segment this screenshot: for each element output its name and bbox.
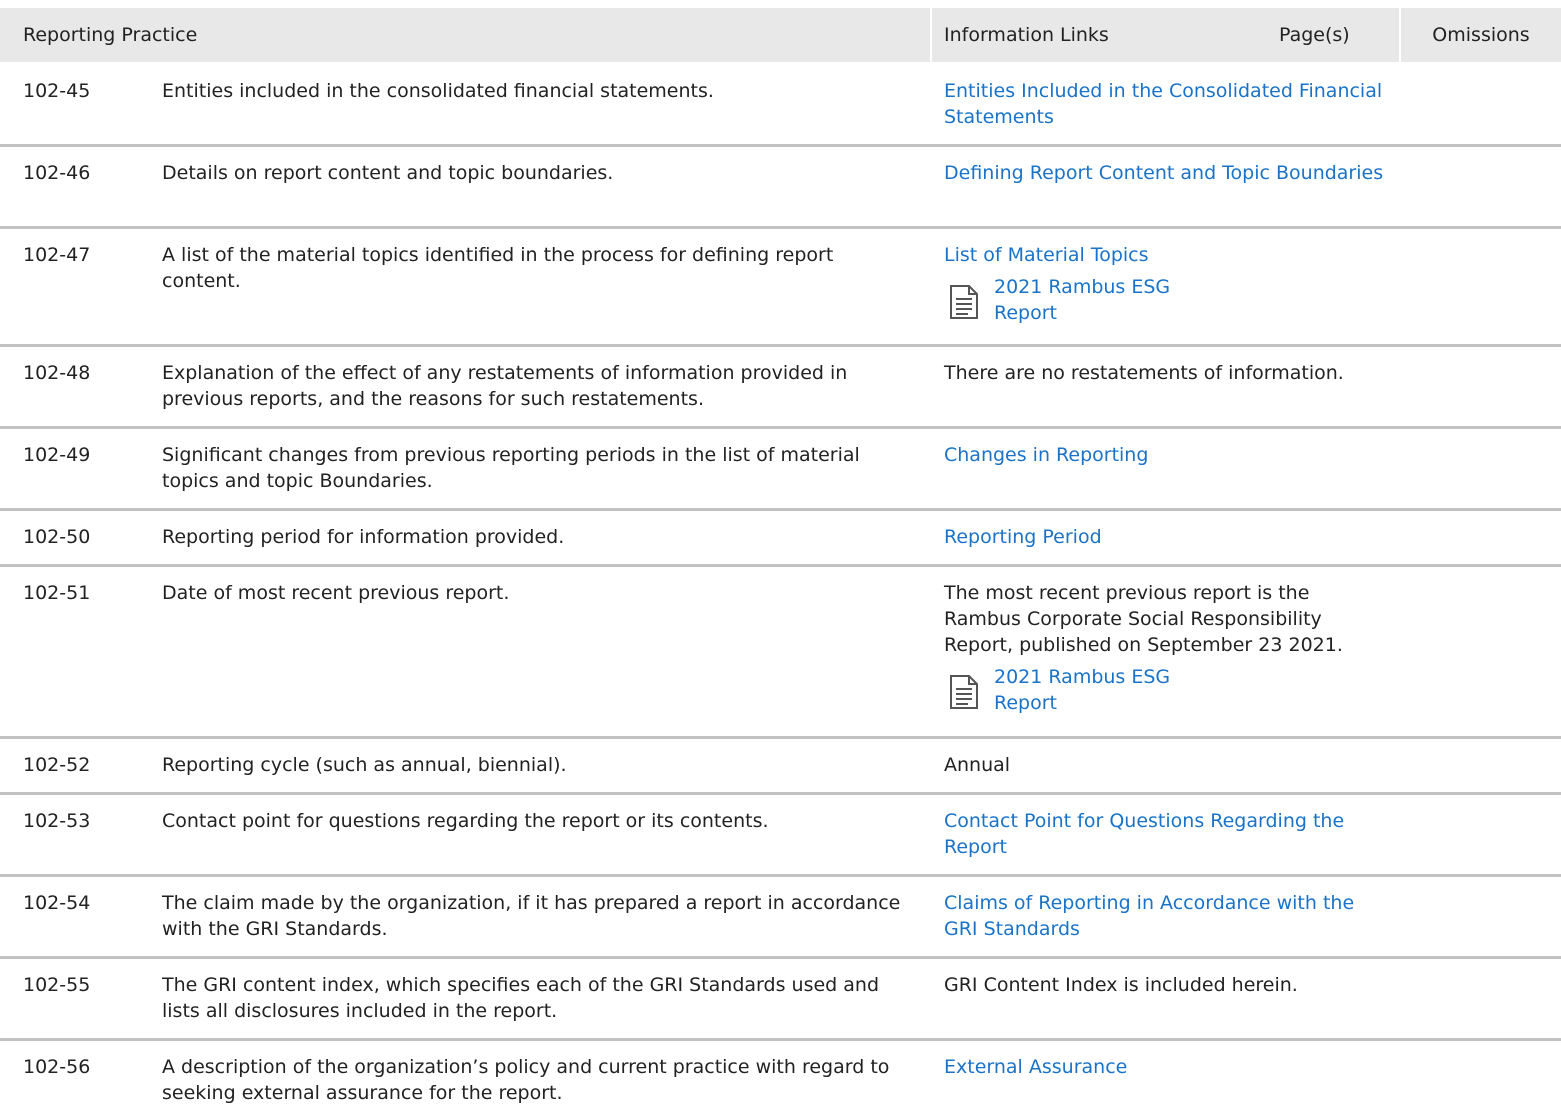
disclosure-description: A list of the material topics identified… bbox=[162, 244, 834, 292]
header-divider bbox=[930, 8, 932, 62]
information-link[interactable]: List of Material Topics bbox=[944, 242, 1384, 268]
document-link-label[interactable]: 2021 Rambus ESG Report bbox=[994, 274, 1194, 326]
information-link[interactable]: Contact Point for Questions Regarding th… bbox=[944, 808, 1384, 860]
disclosure-description: Details on report content and topic boun… bbox=[162, 162, 614, 184]
information-link[interactable]: Claims of Reporting in Accordance with t… bbox=[944, 890, 1384, 942]
information-text: The most recent previous report is the R… bbox=[944, 582, 1343, 656]
disclosure-code: 102-48 bbox=[23, 362, 91, 384]
disclosure-description: The claim made by the organization, if i… bbox=[162, 892, 901, 940]
disclosure-code: 102-47 bbox=[23, 244, 91, 266]
information-links-cell: GRI Content Index is included herein. bbox=[944, 972, 1384, 998]
information-links-cell: Claims of Reporting in Accordance with t… bbox=[944, 890, 1384, 942]
information-links-cell: The most recent previous report is the R… bbox=[944, 580, 1384, 716]
disclosure-code: 102-50 bbox=[23, 526, 91, 548]
information-links-cell: Defining Report Content and Topic Bounda… bbox=[944, 160, 1384, 186]
information-links-cell: Reporting Period bbox=[944, 524, 1384, 550]
disclosure-code: 102-54 bbox=[23, 892, 91, 914]
document-icon bbox=[948, 284, 980, 327]
information-links-cell: Changes in Reporting bbox=[944, 442, 1384, 468]
disclosure-code: 102-45 bbox=[23, 80, 91, 102]
row-divider bbox=[0, 508, 1561, 511]
disclosure-code: 102-56 bbox=[23, 1056, 91, 1078]
information-links-cell: Annual bbox=[944, 752, 1384, 778]
disclosure-description: Reporting cycle (such as annual, biennia… bbox=[162, 754, 567, 776]
disclosure-description: Date of most recent previous report. bbox=[162, 582, 510, 604]
document-link[interactable]: 2021 Rambus ESG Report bbox=[944, 274, 1384, 326]
row-divider bbox=[0, 226, 1561, 229]
information-text: There are no restatements of information… bbox=[944, 362, 1344, 384]
header-omissions: Omissions bbox=[1432, 24, 1530, 46]
disclosure-description: Significant changes from previous report… bbox=[162, 444, 860, 492]
information-links-cell: There are no restatements of information… bbox=[944, 360, 1384, 386]
information-link[interactable]: Entities Included in the Consolidated Fi… bbox=[944, 78, 1384, 130]
row-divider bbox=[0, 144, 1561, 147]
disclosure-description: The GRI content index, which specifies e… bbox=[162, 974, 879, 1022]
information-text: Annual bbox=[944, 754, 1011, 776]
information-link[interactable]: Changes in Reporting bbox=[944, 442, 1384, 468]
disclosure-code: 102-53 bbox=[23, 810, 91, 832]
row-divider bbox=[0, 344, 1561, 347]
information-text: GRI Content Index is included herein. bbox=[944, 974, 1298, 996]
disclosure-description: Reporting period for information provide… bbox=[162, 526, 565, 548]
document-link[interactable]: 2021 Rambus ESG Report bbox=[944, 664, 1384, 716]
disclosure-code: 102-49 bbox=[23, 444, 91, 466]
row-divider bbox=[0, 736, 1561, 739]
document-link-label[interactable]: 2021 Rambus ESG Report bbox=[994, 664, 1194, 716]
row-divider bbox=[0, 874, 1561, 877]
disclosure-description: Entities included in the consolidated fi… bbox=[162, 80, 714, 102]
information-links-cell: External Assurance bbox=[944, 1054, 1384, 1080]
header-reporting-practice: Reporting Practice bbox=[23, 24, 198, 46]
disclosure-description: A description of the organization’s poli… bbox=[162, 1056, 890, 1104]
header-information-links: Information Links bbox=[944, 24, 1109, 46]
information-link[interactable]: Reporting Period bbox=[944, 524, 1384, 550]
row-divider bbox=[0, 792, 1561, 795]
disclosure-description: Contact point for questions regarding th… bbox=[162, 810, 769, 832]
information-link[interactable]: External Assurance bbox=[944, 1054, 1384, 1080]
disclosure-code: 102-46 bbox=[23, 162, 91, 184]
row-divider bbox=[0, 956, 1561, 959]
information-links-cell: Entities Included in the Consolidated Fi… bbox=[944, 78, 1384, 130]
table-header: Reporting Practice Information Links Pag… bbox=[0, 8, 1561, 62]
row-divider bbox=[0, 1038, 1561, 1041]
disclosure-description: Explanation of the effect of any restate… bbox=[162, 362, 848, 410]
header-pages: Page(s) bbox=[1279, 24, 1350, 46]
information-links-cell: List of Material Topics 2021 Rambus ESG R… bbox=[944, 242, 1384, 326]
row-divider bbox=[0, 426, 1561, 429]
disclosure-code: 102-51 bbox=[23, 582, 91, 604]
disclosure-code: 102-52 bbox=[23, 754, 91, 776]
information-links-cell: Contact Point for Questions Regarding th… bbox=[944, 808, 1384, 860]
disclosure-code: 102-55 bbox=[23, 974, 91, 996]
row-divider bbox=[0, 564, 1561, 567]
document-icon bbox=[948, 674, 980, 717]
information-link[interactable]: Defining Report Content and Topic Bounda… bbox=[944, 160, 1384, 186]
